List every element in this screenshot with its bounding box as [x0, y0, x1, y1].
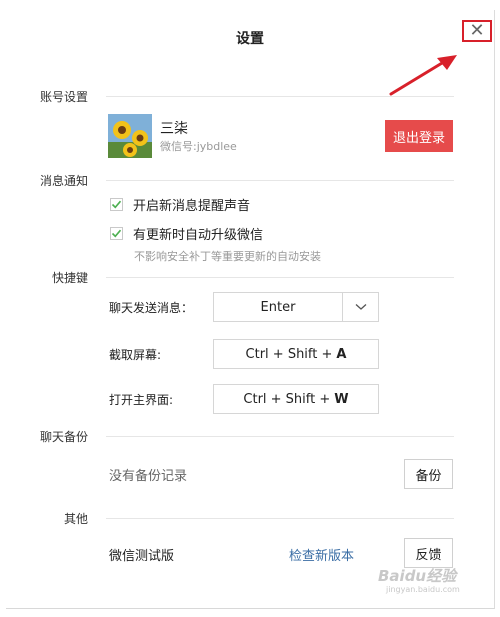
check-update-link[interactable]: 检查新版本 — [289, 545, 354, 564]
window-title: 设置 — [236, 31, 264, 47]
send-message-value: Enter — [260, 299, 296, 315]
checkbox-auto-upgrade[interactable]: 有更新时自动升级微信 — [110, 224, 263, 243]
shortcut-key: A — [336, 346, 347, 362]
sunflower-avatar-icon — [108, 114, 152, 158]
divider — [106, 277, 454, 278]
shortcut-modifiers: Ctrl + Shift + — [245, 346, 333, 362]
open-main-label: 打开主界面: — [109, 393, 174, 407]
checkbox-new-message-sound[interactable]: 开启新消息提醒声音 — [110, 195, 250, 214]
checkbox[interactable] — [110, 227, 123, 240]
section-label-other: 其他 — [64, 512, 89, 526]
annotation-arrow-icon — [389, 55, 457, 96]
send-message-label: 聊天发送消息： — [109, 301, 194, 315]
backup-button[interactable]: 备份 — [404, 459, 453, 489]
logout-button[interactable]: 退出登录 — [385, 120, 453, 152]
checkbox[interactable] — [110, 198, 123, 211]
beta-label: 微信测试版 — [109, 549, 175, 564]
screenshot-label: 截取屏幕: — [109, 348, 162, 362]
watermark-logo: Baidu经验 — [378, 567, 457, 585]
feedback-button[interactable]: 反馈 — [404, 538, 453, 568]
divider — [106, 436, 454, 437]
section-label-shortcuts: 快捷键 — [52, 271, 89, 285]
account-name: 三柒 — [160, 121, 188, 137]
auto-upgrade-hint: 不影响安全补丁等重要更新的自动安装 — [134, 250, 321, 263]
close-icon: ✕ — [469, 20, 485, 41]
divider — [106, 518, 454, 519]
section-label-account: 账号设置 — [40, 90, 89, 104]
checkbox-label: 有更新时自动升级微信 — [133, 228, 264, 243]
dropdown-toggle[interactable] — [342, 293, 379, 321]
avatar[interactable] — [108, 114, 152, 158]
close-button[interactable]: ✕ — [462, 20, 492, 42]
checkmark-icon — [111, 229, 122, 238]
checkmark-icon — [111, 200, 122, 209]
shortcut-modifiers: Ctrl + Shift + — [243, 391, 331, 407]
section-label-notifications: 消息通知 — [40, 174, 89, 188]
divider — [106, 96, 454, 97]
divider — [106, 180, 454, 181]
wechat-id: 微信号:jybdlee — [160, 140, 237, 153]
chevron-down-icon — [355, 304, 367, 310]
screenshot-shortcut-field[interactable]: Ctrl + Shift + A — [213, 339, 379, 369]
shortcut-key: W — [334, 391, 349, 407]
backup-status: 没有备份记录 — [109, 469, 188, 484]
open-main-shortcut-field[interactable]: Ctrl + Shift + W — [213, 384, 379, 414]
watermark-url: jingyan.baidu.com — [386, 585, 460, 594]
section-label-backup: 聊天备份 — [40, 430, 89, 444]
send-message-select[interactable]: Enter — [213, 292, 379, 322]
checkbox-label: 开启新消息提醒声音 — [133, 199, 251, 214]
